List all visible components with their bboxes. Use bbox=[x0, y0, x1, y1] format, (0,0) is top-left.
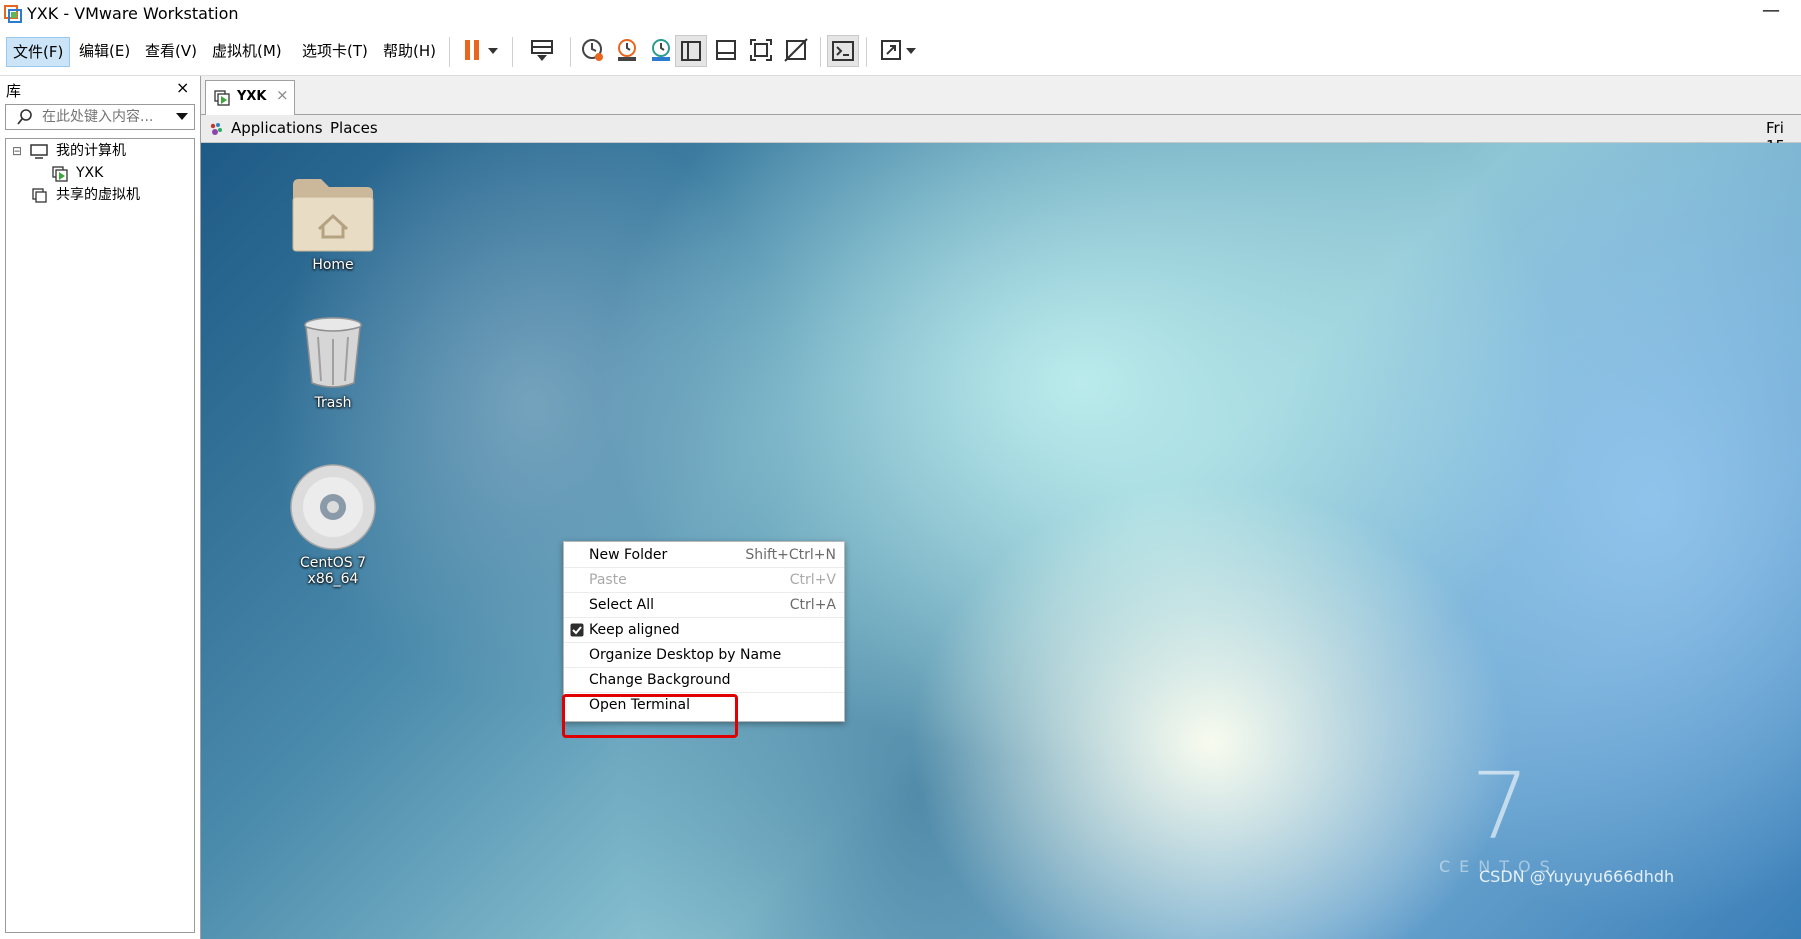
toolbar-separator bbox=[820, 37, 821, 67]
tab-label: YXK bbox=[237, 89, 267, 104]
console-view-icon[interactable] bbox=[827, 35, 859, 67]
vm-running-icon bbox=[214, 90, 230, 106]
stretch-icon[interactable] bbox=[876, 35, 906, 65]
show-library-icon[interactable] bbox=[675, 35, 707, 67]
menu-item-select-all[interactable]: Select All Ctrl+A bbox=[564, 593, 844, 618]
send-ctrl-alt-del-icon[interactable] bbox=[527, 35, 557, 65]
pause-icon[interactable] bbox=[458, 35, 488, 65]
dropdown-arrow-icon[interactable] bbox=[485, 35, 501, 65]
checkbox-checked-icon bbox=[570, 623, 584, 637]
menu-view[interactable]: 查看(V) bbox=[139, 37, 203, 65]
window-title: YXK - VMware Workstation bbox=[27, 4, 239, 23]
search-icon bbox=[17, 109, 32, 125]
toolbar-separator bbox=[866, 37, 867, 67]
library-tree: ⊟ 我的计算机 YXK 共享的虚拟机 bbox=[5, 138, 195, 933]
library-search-box[interactable] bbox=[5, 104, 195, 130]
unity-icon[interactable] bbox=[781, 35, 811, 65]
vm-running-icon bbox=[52, 166, 68, 182]
menu-item-new-folder[interactable]: New Folder Shift+Ctrl+N bbox=[564, 543, 844, 568]
home-folder-icon bbox=[292, 179, 374, 252]
gnome-top-bar: Applications Places Fri 15 bbox=[201, 115, 1801, 155]
desktop-icon-label: CentOS 7 x86_64 bbox=[299, 555, 366, 587]
desktop[interactable]: Home Trash CentOS 7 x86_64 New Folder Sh… bbox=[201, 143, 1801, 939]
tree-item-shared-vms[interactable]: 共享的虚拟机 bbox=[56, 185, 140, 205]
desktop-icon-label: Home bbox=[312, 257, 354, 273]
toolbar-separator bbox=[449, 37, 450, 67]
show-thumbnail-icon[interactable] bbox=[711, 35, 741, 65]
menu-vm[interactable]: 虚拟机(M) bbox=[206, 37, 288, 65]
vm-area: YXK × Applications Places Fri 15 Home T bbox=[201, 76, 1801, 939]
tree-item-vm[interactable]: YXK bbox=[76, 163, 103, 183]
menu-file[interactable]: 文件(F) bbox=[6, 37, 71, 67]
computer-icon bbox=[30, 144, 48, 159]
library-search-input[interactable] bbox=[42, 107, 172, 127]
snapshot-revert-icon[interactable] bbox=[612, 35, 642, 65]
menu-bar: 文件(F) 编辑(E) 查看(V) 虚拟机(M) 选项卡(T) 帮助(H) bbox=[0, 29, 1801, 76]
tab-close-button[interactable]: × bbox=[276, 86, 289, 104]
desktop-icon-label: Trash bbox=[314, 395, 352, 411]
tree-collapse-toggle[interactable]: ⊟ bbox=[12, 141, 22, 161]
vmware-logo-icon bbox=[4, 5, 22, 23]
desktop-icon-home[interactable]: Home bbox=[273, 173, 393, 273]
centos-brand-number: 7 bbox=[1471, 753, 1530, 860]
vm-tab-bar: YXK × bbox=[201, 76, 1801, 115]
menu-item-paste[interactable]: Paste Ctrl+V bbox=[564, 568, 844, 593]
search-dropdown-icon[interactable] bbox=[176, 113, 188, 121]
desktop-icon-centos-disc[interactable]: CentOS 7 x86_64 bbox=[273, 463, 393, 587]
trash-icon bbox=[304, 317, 362, 388]
library-close-button[interactable]: × bbox=[176, 78, 189, 97]
library-title: 库 bbox=[6, 82, 22, 100]
shared-vm-icon bbox=[32, 188, 47, 203]
snapshot-manager-icon[interactable] bbox=[646, 35, 676, 65]
optical-disc-icon bbox=[290, 464, 376, 550]
menu-edit[interactable]: 编辑(E) bbox=[73, 37, 136, 65]
toolbar-separator bbox=[570, 37, 571, 67]
menu-help[interactable]: 帮助(H) bbox=[377, 37, 442, 65]
snapshot-take-icon[interactable] bbox=[577, 35, 607, 65]
menu-item-change-background[interactable]: Change Background bbox=[564, 668, 844, 693]
tab-yxk[interactable]: YXK × bbox=[205, 80, 295, 115]
gnome-places-menu[interactable]: Places bbox=[330, 119, 378, 137]
csdn-watermark: CSDN @Yuyuyu666dhdh bbox=[1479, 867, 1675, 886]
minimize-button[interactable]: — bbox=[1761, 2, 1781, 24]
tree-item-my-computer[interactable]: 我的计算机 bbox=[56, 141, 126, 161]
title-bar: YXK - VMware Workstation — bbox=[0, 0, 1801, 29]
menu-tabs[interactable]: 选项卡(T) bbox=[296, 37, 374, 65]
dropdown-arrow-icon[interactable] bbox=[903, 35, 919, 65]
toolbar-separator bbox=[512, 37, 513, 67]
full-screen-icon[interactable] bbox=[746, 35, 776, 65]
annotation-highlight-box bbox=[562, 694, 738, 738]
gnome-applications-menu[interactable]: Applications bbox=[231, 119, 323, 137]
menu-item-keep-aligned[interactable]: Keep aligned bbox=[564, 618, 844, 643]
desktop-icon-trash[interactable]: Trash bbox=[273, 315, 393, 411]
menu-item-organize-desktop[interactable]: Organize Desktop by Name bbox=[564, 643, 844, 668]
gnome-foot-icon bbox=[210, 123, 222, 135]
library-panel: 库 × ⊟ 我的计算机 YXK 共享的虚拟机 bbox=[0, 76, 201, 939]
